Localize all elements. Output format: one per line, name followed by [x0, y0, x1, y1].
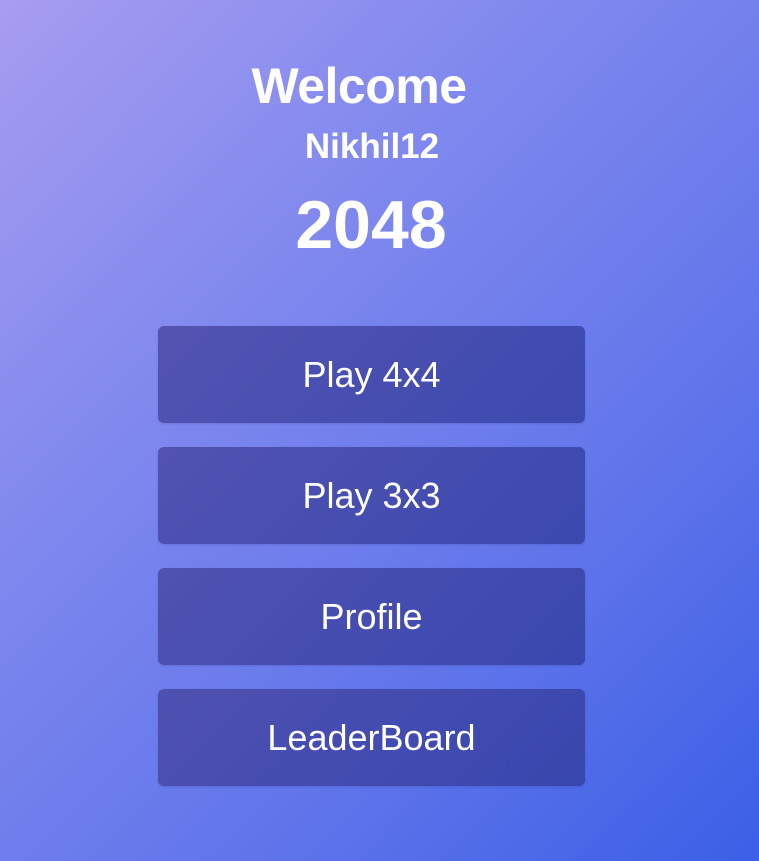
game-title: 2048: [295, 187, 447, 263]
main-menu: Play 4x4 Play 3x3 Profile LeaderBoard: [158, 326, 585, 786]
play-4x4-button[interactable]: Play 4x4: [158, 326, 585, 423]
welcome-heading: Welcome: [251, 58, 467, 114]
profile-button[interactable]: Profile: [158, 568, 585, 665]
leaderboard-button[interactable]: LeaderBoard: [158, 689, 585, 786]
home-screen: Welcome Nikhil12 2048 Play 4x4 Play 3x3 …: [0, 0, 759, 861]
play-3x3-button[interactable]: Play 3x3: [158, 447, 585, 544]
username-label: Nikhil12: [304, 127, 440, 166]
